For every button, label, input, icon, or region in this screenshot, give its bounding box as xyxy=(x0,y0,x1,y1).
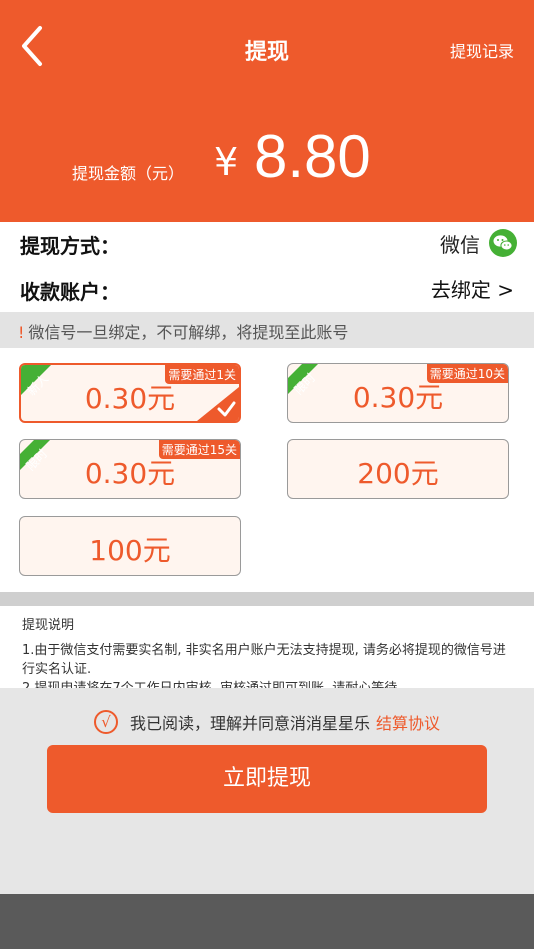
agreement-text: 我已阅读，理解并同意消消星星乐 xyxy=(129,714,370,733)
amount-option-1[interactable]: 新人 需要通过1关 0.30元 xyxy=(19,363,241,423)
check-mark: √ xyxy=(101,713,111,731)
agreement-checkbox[interactable]: √ xyxy=(93,710,118,734)
withdraw-description: 提现说明 1.由于微信支付需要实名制, 非实名用户账户无法支持提现, 请务必将提… xyxy=(0,606,534,688)
option-price: 200元 xyxy=(357,457,439,490)
withdraw-now-button[interactable]: 立即提现 xyxy=(47,745,487,813)
payee-account-label: 收款账户： xyxy=(20,280,120,304)
withdraw-method-value[interactable]: 微信 xyxy=(440,228,518,258)
system-nav-bar xyxy=(0,894,534,949)
bottom-panel: √ 我已阅读，理解并同意消消星星乐 结算协议 立即提现 xyxy=(0,688,534,894)
payee-account-row: 收款账户： 去绑定 > xyxy=(0,268,534,312)
withdraw-records-link[interactable]: 提现记录 xyxy=(450,38,514,62)
amount-option-5[interactable]: 100元 xyxy=(19,516,241,576)
agreement-row: √ 我已阅读，理解并同意消消星星乐 结算协议 xyxy=(0,710,534,734)
description-title: 提现说明 xyxy=(22,618,75,633)
bind-notice: ! 微信号一旦绑定，不可解绑，将提现至此账号 xyxy=(0,312,534,348)
wechat-icon xyxy=(489,229,517,257)
currency-symbol: ¥ xyxy=(214,140,239,184)
option-price: 0.30元 xyxy=(352,381,444,414)
withdraw-method-name: 微信 xyxy=(440,232,480,257)
option-price: 0.30元 xyxy=(84,457,176,490)
notice-mark: ! xyxy=(18,323,25,342)
header: 提现 提现记录 提现金额（元） ¥ 8.80 xyxy=(0,0,534,222)
settlement-agreement-link[interactable]: 结算协议 xyxy=(376,710,440,734)
option-price: 100元 xyxy=(89,534,171,567)
withdraw-method-label: 提现方式： xyxy=(20,234,120,258)
amount-option-2[interactable]: 限时 需要通过10关 0.30元 xyxy=(287,363,509,423)
description-line-1: 1.由于微信支付需要实名制, 非实名用户账户无法支持提现, 请务必将提现的微信号… xyxy=(22,643,506,677)
section-divider xyxy=(0,592,534,606)
withdraw-method-row: 提现方式： 微信 xyxy=(0,222,534,266)
withdraw-amount: 8.80 xyxy=(254,123,371,190)
notice-text: 微信号一旦绑定，不可解绑，将提现至此账号 xyxy=(28,323,349,342)
amount-option-3[interactable]: 限时 需要通过15关 0.30元 xyxy=(19,439,241,499)
amount-option-4[interactable]: 200元 xyxy=(287,439,509,499)
description-line-2: 2.提现申请将在7个工作日内审核, 审核通过即可到账, 请耐心等待. xyxy=(22,679,512,688)
amount-label: 提现金额（元） xyxy=(72,164,185,183)
checkmark-icon xyxy=(197,387,239,421)
bind-account-button[interactable]: 去绑定 > xyxy=(431,274,514,303)
